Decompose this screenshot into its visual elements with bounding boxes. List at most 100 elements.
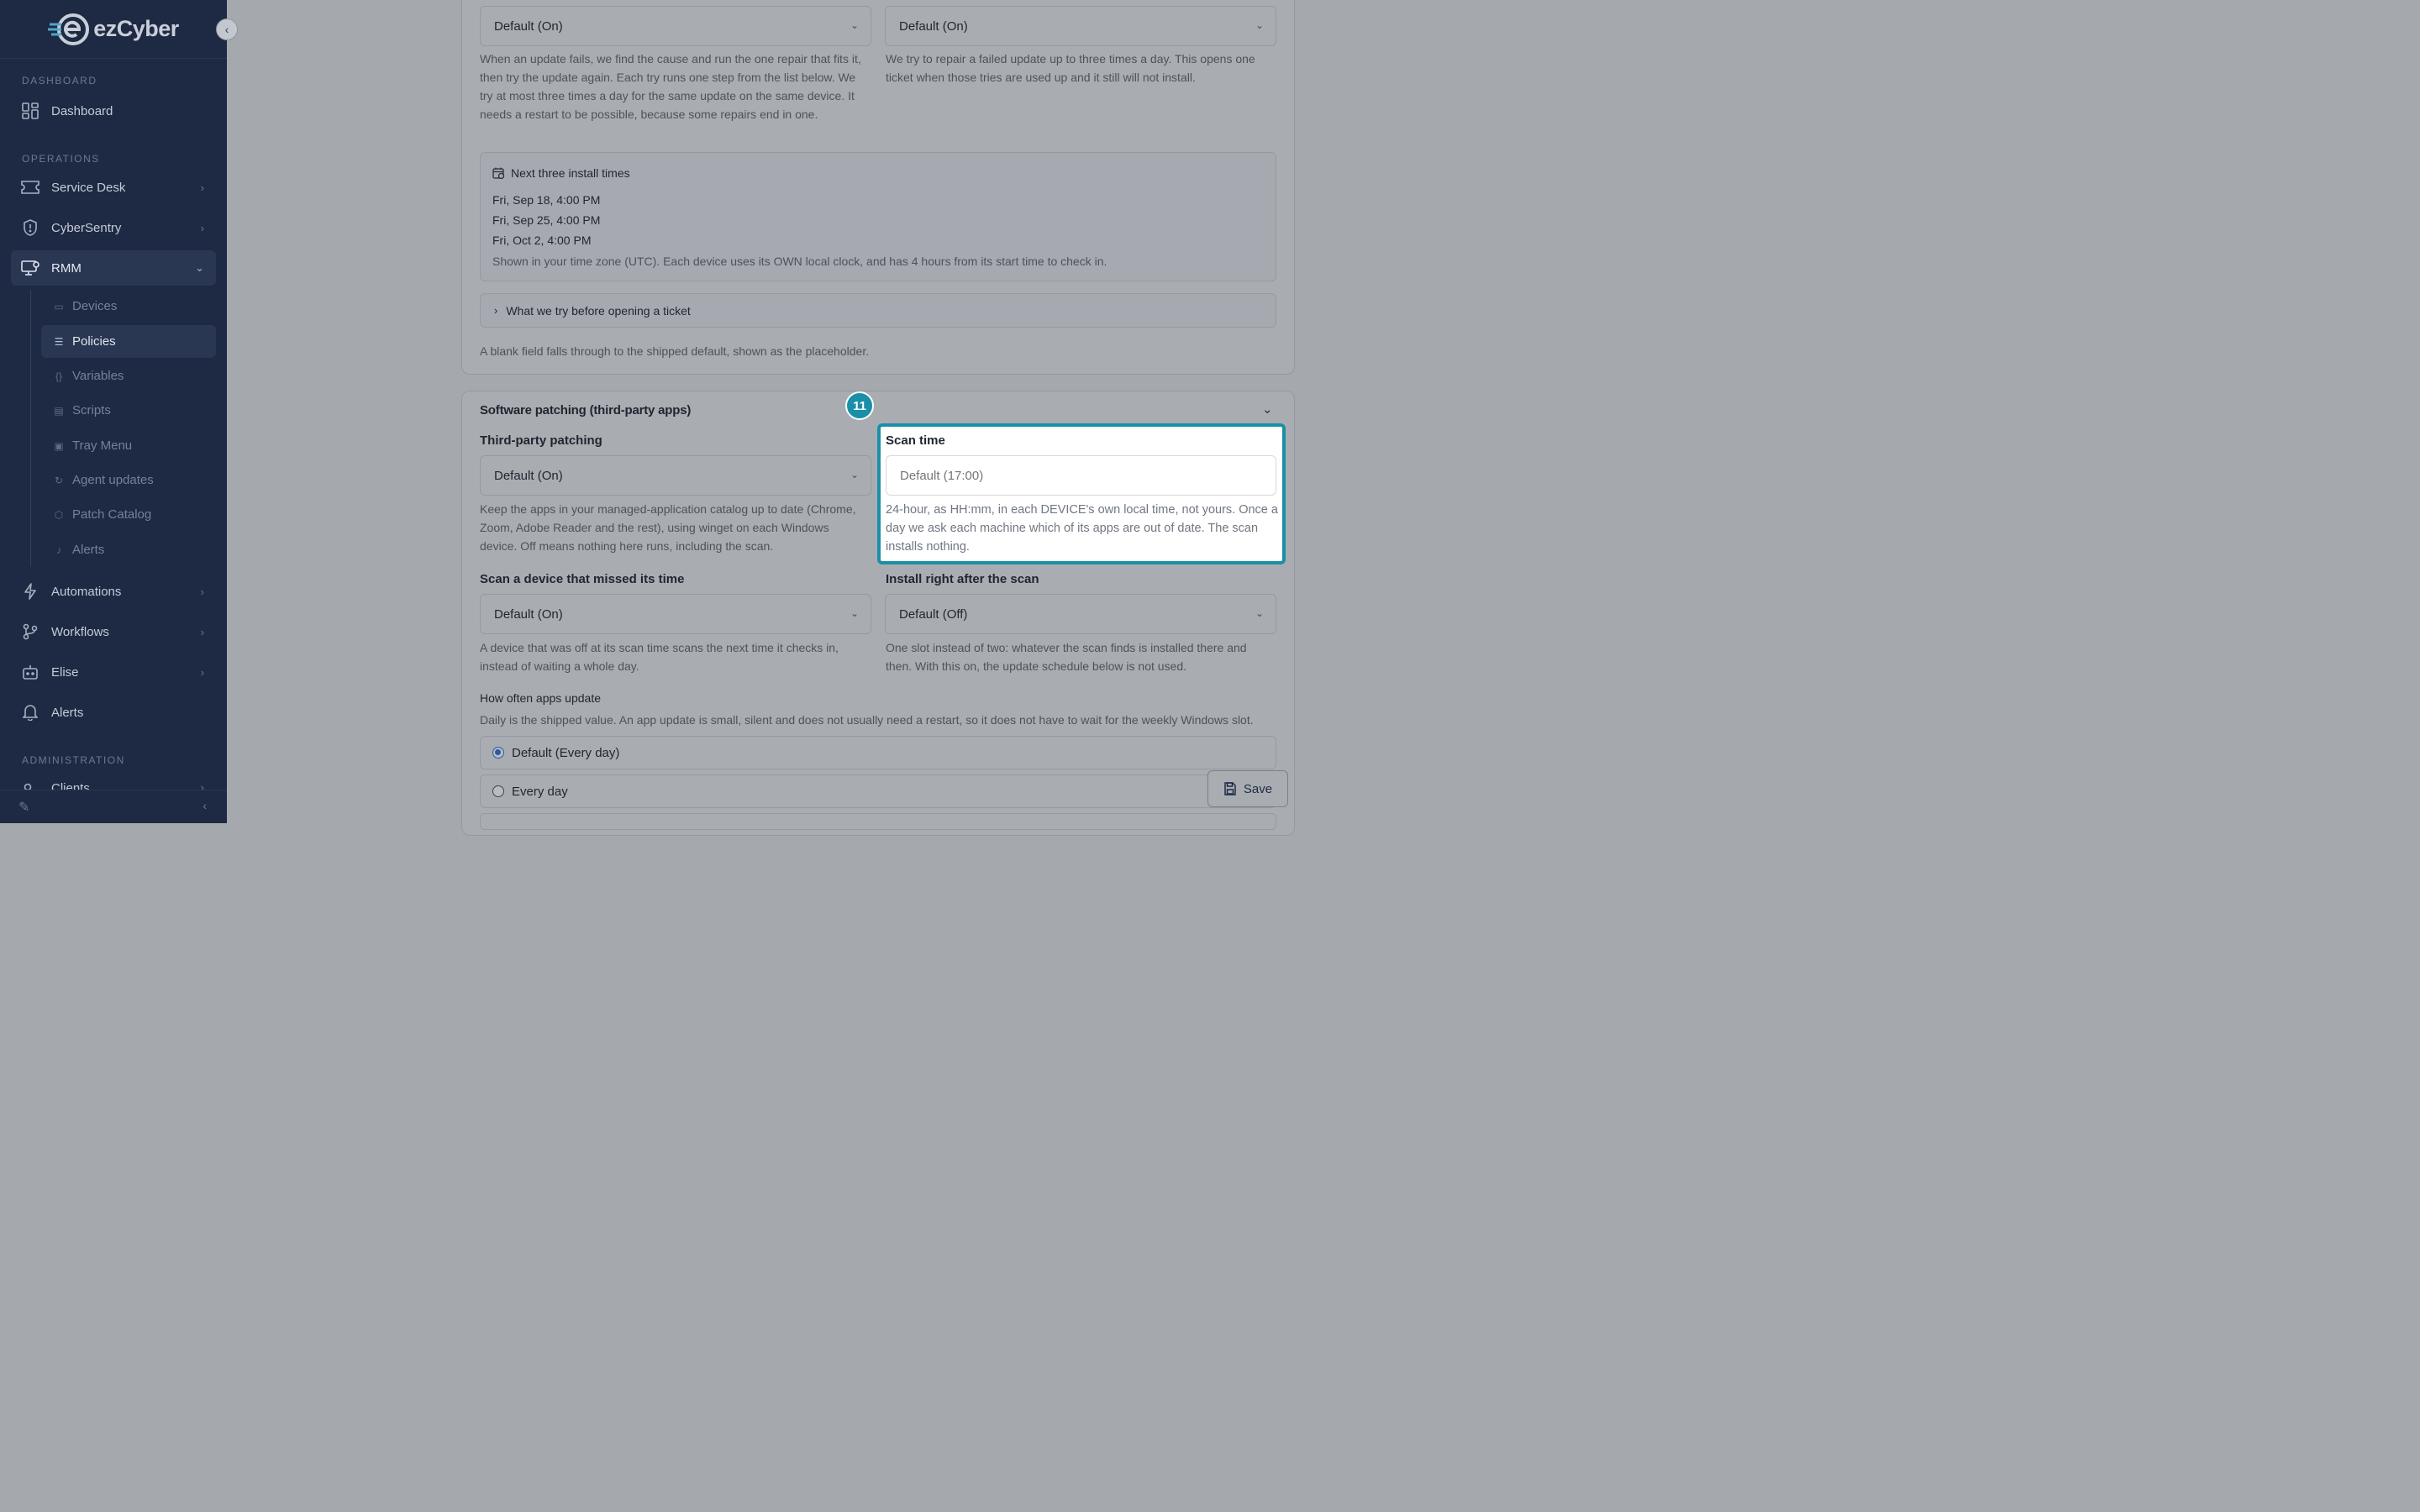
sidebar-subitem-label: Tray Menu bbox=[72, 438, 133, 453]
install-after-scan-select[interactable]: Default (Off) ⌄ bbox=[885, 594, 1276, 634]
expander-label: What we try before opening a ticket bbox=[506, 303, 691, 318]
save-button[interactable]: Save bbox=[1207, 770, 1288, 807]
sidebar-subitem-label: Variables bbox=[72, 369, 124, 383]
chevron-down-icon: ⌄ bbox=[850, 469, 859, 480]
sidebar-item-service-desk[interactable]: Service Desk › bbox=[11, 170, 216, 205]
collapse-section-icon[interactable]: ⌄ bbox=[1262, 402, 1273, 417]
select-value: Default (On) bbox=[494, 606, 563, 622]
ticket-icon bbox=[21, 178, 39, 197]
sidebar-subitem-alerts[interactable]: ♪ Alerts bbox=[41, 533, 216, 566]
calendar-clock-icon bbox=[492, 167, 505, 179]
package-icon: ⬡ bbox=[54, 508, 64, 521]
sidebar-subitem-label: Agent updates bbox=[72, 473, 154, 487]
monitor-gear-icon bbox=[21, 259, 39, 277]
third-party-help: Keep the apps in your managed-applicatio… bbox=[480, 502, 856, 553]
step-badge: 11 bbox=[845, 391, 874, 420]
chevron-right-icon: › bbox=[200, 181, 204, 194]
scan-time-label: Scan time bbox=[886, 433, 945, 448]
install-time-3: Fri, Oct 2, 4:00 PM bbox=[492, 234, 592, 247]
open-ticket-select[interactable]: Default (On) ⌄ bbox=[885, 6, 1276, 46]
install-times-note: Shown in your time zone (UTC). Each devi… bbox=[492, 255, 1107, 268]
sidebar-item-label: Elise bbox=[51, 664, 79, 680]
repair-failed-updates-select[interactable]: Default (On) ⌄ bbox=[480, 6, 871, 46]
collapse-left-icon[interactable]: ‹ bbox=[203, 799, 207, 812]
sidebar-item-cybersentry[interactable]: CyberSentry › bbox=[11, 210, 216, 245]
chevron-down-icon: ⌄ bbox=[195, 261, 204, 274]
radio-unchecked[interactable] bbox=[492, 785, 504, 797]
chevron-right-icon: › bbox=[200, 625, 204, 638]
sidebar-subitem-tray-menu[interactable]: ▣ Tray Menu bbox=[41, 429, 216, 462]
frequency-option-every-day[interactable]: Every day bbox=[480, 774, 1276, 808]
install-time-2: Fri, Sep 25, 4:00 PM bbox=[492, 213, 601, 227]
sidebar-subitem-agent-updates[interactable]: ↻ Agent updates bbox=[41, 464, 216, 496]
sidebar-subitem-scripts[interactable]: ▤ Scripts bbox=[41, 394, 216, 427]
install-after-help: One slot instead of two: whatever the sc… bbox=[886, 641, 1247, 673]
missed-scan-help: A device that was off at its scan time s… bbox=[480, 641, 839, 673]
branch-icon bbox=[21, 622, 39, 641]
sidebar-item-workflows[interactable]: Workflows › bbox=[11, 614, 216, 649]
section-label-administration: ADMINISTRATION bbox=[22, 754, 125, 766]
install-times-box: Next three install times Fri, Sep 18, 4:… bbox=[480, 152, 1276, 281]
third-party-patching-select[interactable]: Default (On) ⌄ bbox=[480, 455, 871, 496]
save-label: Save bbox=[1243, 781, 1273, 796]
sidebar-item-elise[interactable]: Elise › bbox=[11, 654, 216, 690]
robot-icon bbox=[21, 663, 39, 681]
users-icon bbox=[21, 781, 39, 790]
bell-icon bbox=[21, 703, 39, 722]
option-label: Every day bbox=[512, 784, 568, 799]
missed-scan-select[interactable]: Default (On) ⌄ bbox=[480, 594, 871, 634]
ezcyber-logo[interactable]: ezCyber bbox=[48, 13, 179, 46]
sidebar-subitem-label: Policies bbox=[72, 334, 116, 349]
checklist-icon: ☰ bbox=[54, 335, 64, 348]
sidebar-subitem-variables[interactable]: {} Variables bbox=[41, 360, 216, 392]
pencil-icon[interactable]: ✎ bbox=[18, 799, 29, 816]
brand-header: ezCyber bbox=[0, 0, 227, 59]
sidebar-item-label: RMM bbox=[51, 260, 82, 276]
collapse-sidebar-button[interactable]: ‹ bbox=[216, 18, 238, 40]
shield-icon bbox=[21, 218, 39, 237]
chevron-down-icon: ⌄ bbox=[850, 607, 859, 619]
sidebar-item-label: Dashboard bbox=[51, 103, 113, 118]
chevron-down-icon: ⌄ bbox=[1255, 607, 1264, 619]
submenu-guide-line bbox=[30, 290, 31, 567]
frequency-option-next[interactable] bbox=[480, 813, 1276, 830]
section-label-dashboard: DASHBOARD bbox=[22, 75, 97, 87]
sidebar-item-dashboard[interactable]: Dashboard bbox=[11, 93, 216, 129]
tray-icon: ▣ bbox=[54, 439, 64, 452]
sidebar-subitem-label: Devices bbox=[72, 299, 118, 313]
install-times-title: Next three install times bbox=[511, 166, 630, 180]
install-time-1: Fri, Sep 18, 4:00 PM bbox=[492, 193, 601, 207]
chevron-right-icon: › bbox=[200, 585, 204, 598]
sidebar-item-label: Clients bbox=[51, 781, 90, 790]
braces-icon: {} bbox=[55, 370, 62, 382]
frequency-help: Daily is the shipped value. An app updat… bbox=[480, 713, 1254, 727]
install-times-header: Next three install times bbox=[492, 166, 630, 180]
sidebar-subitem-patch-catalog[interactable]: ⬡ Patch Catalog bbox=[41, 498, 216, 531]
sidebar-item-label: Workflows bbox=[51, 624, 109, 639]
brand-name: ezCyber bbox=[93, 16, 179, 41]
install-after-label: Install right after the scan bbox=[886, 572, 1039, 586]
section-title: Software patching (third-party apps) bbox=[480, 403, 692, 417]
scan-time-input[interactable] bbox=[886, 455, 1276, 496]
sidebar-item-automations[interactable]: Automations › bbox=[11, 574, 216, 609]
grid-icon bbox=[21, 102, 39, 120]
sidebar-item-clients[interactable]: Clients › bbox=[11, 774, 216, 790]
sidebar-item-rmm[interactable]: RMM ⌄ bbox=[11, 250, 216, 286]
sidebar-subitem-policies[interactable]: ☰ Policies bbox=[41, 325, 216, 358]
sidebar-item-label: CyberSentry bbox=[51, 220, 122, 235]
chevron-right-icon: › bbox=[494, 304, 498, 317]
select-value: Default (Off) bbox=[899, 606, 968, 622]
chevron-right-icon: › bbox=[200, 221, 204, 234]
sidebar: ezCyber DASHBOARD Dashboard OPERATIONS S… bbox=[0, 0, 227, 823]
radio-checked[interactable] bbox=[492, 747, 504, 759]
frequency-option-default[interactable]: Default (Every day) bbox=[480, 736, 1276, 769]
sidebar-item-label: Service Desk bbox=[51, 180, 126, 195]
lightning-icon bbox=[21, 582, 39, 601]
sidebar-footer: ✎ ‹ bbox=[0, 790, 227, 823]
what-we-try-expander[interactable]: › What we try before opening a ticket bbox=[480, 293, 1276, 328]
chevron-down-icon: ⌄ bbox=[850, 19, 859, 31]
sidebar-subitem-label: Scripts bbox=[72, 403, 111, 417]
sidebar-subitem-devices[interactable]: ▭ Devices bbox=[41, 290, 216, 323]
chevron-left-icon: ‹ bbox=[224, 23, 229, 36]
sidebar-item-alerts[interactable]: Alerts bbox=[11, 695, 216, 730]
